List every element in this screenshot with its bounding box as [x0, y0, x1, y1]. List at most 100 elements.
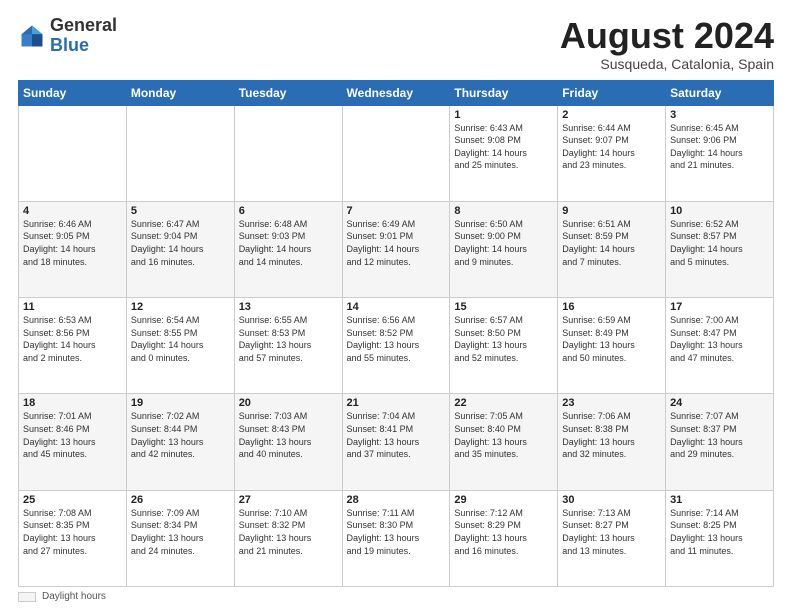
weekday-header: Monday	[126, 80, 234, 105]
day-number: 6	[239, 205, 338, 217]
day-number: 8	[454, 205, 553, 217]
day-number: 5	[131, 205, 230, 217]
calendar-cell: 6Sunrise: 6:48 AM Sunset: 9:03 PM Daylig…	[234, 201, 342, 297]
day-number: 14	[347, 301, 446, 313]
day-number: 7	[347, 205, 446, 217]
day-number: 4	[23, 205, 122, 217]
day-number: 24	[670, 397, 769, 409]
day-info: Sunrise: 7:13 AM Sunset: 8:27 PM Dayligh…	[562, 507, 661, 557]
calendar-cell: 3Sunrise: 6:45 AM Sunset: 9:06 PM Daylig…	[666, 105, 774, 201]
calendar-cell: 5Sunrise: 6:47 AM Sunset: 9:04 PM Daylig…	[126, 201, 234, 297]
calendar-cell: 27Sunrise: 7:10 AM Sunset: 8:32 PM Dayli…	[234, 490, 342, 586]
day-number: 9	[562, 205, 661, 217]
calendar-cell: 17Sunrise: 7:00 AM Sunset: 8:47 PM Dayli…	[666, 298, 774, 394]
day-number: 15	[454, 301, 553, 313]
weekday-header: Tuesday	[234, 80, 342, 105]
day-number: 28	[347, 494, 446, 506]
day-info: Sunrise: 6:54 AM Sunset: 8:55 PM Dayligh…	[131, 314, 230, 364]
day-info: Sunrise: 7:11 AM Sunset: 8:30 PM Dayligh…	[347, 507, 446, 557]
logo-general: General	[50, 15, 117, 35]
day-info: Sunrise: 6:55 AM Sunset: 8:53 PM Dayligh…	[239, 314, 338, 364]
logo-icon	[18, 22, 46, 50]
day-number: 2	[562, 109, 661, 121]
day-info: Sunrise: 6:48 AM Sunset: 9:03 PM Dayligh…	[239, 218, 338, 268]
day-info: Sunrise: 6:56 AM Sunset: 8:52 PM Dayligh…	[347, 314, 446, 364]
day-info: Sunrise: 6:47 AM Sunset: 9:04 PM Dayligh…	[131, 218, 230, 268]
calendar-cell: 19Sunrise: 7:02 AM Sunset: 8:44 PM Dayli…	[126, 394, 234, 490]
calendar-week-row: 11Sunrise: 6:53 AM Sunset: 8:56 PM Dayli…	[19, 298, 774, 394]
calendar-week-row: 4Sunrise: 6:46 AM Sunset: 9:05 PM Daylig…	[19, 201, 774, 297]
location: Susqueda, Catalonia, Spain	[560, 56, 774, 72]
day-info: Sunrise: 7:09 AM Sunset: 8:34 PM Dayligh…	[131, 507, 230, 557]
day-number: 21	[347, 397, 446, 409]
footer-label: Daylight hours	[42, 591, 106, 602]
day-info: Sunrise: 6:46 AM Sunset: 9:05 PM Dayligh…	[23, 218, 122, 268]
calendar-cell: 13Sunrise: 6:55 AM Sunset: 8:53 PM Dayli…	[234, 298, 342, 394]
logo: General Blue	[18, 16, 117, 56]
day-number: 25	[23, 494, 122, 506]
day-number: 10	[670, 205, 769, 217]
day-info: Sunrise: 7:12 AM Sunset: 8:29 PM Dayligh…	[454, 507, 553, 557]
calendar-cell: 12Sunrise: 6:54 AM Sunset: 8:55 PM Dayli…	[126, 298, 234, 394]
day-info: Sunrise: 7:05 AM Sunset: 8:40 PM Dayligh…	[454, 410, 553, 460]
logo-text: General Blue	[50, 16, 117, 56]
calendar-cell: 8Sunrise: 6:50 AM Sunset: 9:00 PM Daylig…	[450, 201, 558, 297]
daylight-swatch	[18, 592, 36, 602]
day-number: 3	[670, 109, 769, 121]
calendar-week-row: 1Sunrise: 6:43 AM Sunset: 9:08 PM Daylig…	[19, 105, 774, 201]
day-info: Sunrise: 6:44 AM Sunset: 9:07 PM Dayligh…	[562, 122, 661, 172]
weekday-header: Wednesday	[342, 80, 450, 105]
day-info: Sunrise: 6:59 AM Sunset: 8:49 PM Dayligh…	[562, 314, 661, 364]
day-info: Sunrise: 7:10 AM Sunset: 8:32 PM Dayligh…	[239, 507, 338, 557]
day-info: Sunrise: 6:51 AM Sunset: 8:59 PM Dayligh…	[562, 218, 661, 268]
day-number: 11	[23, 301, 122, 313]
day-number: 22	[454, 397, 553, 409]
calendar-cell: 10Sunrise: 6:52 AM Sunset: 8:57 PM Dayli…	[666, 201, 774, 297]
calendar-table: SundayMondayTuesdayWednesdayThursdayFrid…	[18, 80, 774, 587]
day-info: Sunrise: 7:00 AM Sunset: 8:47 PM Dayligh…	[670, 314, 769, 364]
day-number: 16	[562, 301, 661, 313]
day-number: 20	[239, 397, 338, 409]
calendar-week-row: 25Sunrise: 7:08 AM Sunset: 8:35 PM Dayli…	[19, 490, 774, 586]
calendar-cell: 26Sunrise: 7:09 AM Sunset: 8:34 PM Dayli…	[126, 490, 234, 586]
day-number: 31	[670, 494, 769, 506]
day-info: Sunrise: 7:02 AM Sunset: 8:44 PM Dayligh…	[131, 410, 230, 460]
calendar-cell: 24Sunrise: 7:07 AM Sunset: 8:37 PM Dayli…	[666, 394, 774, 490]
title-block: August 2024 Susqueda, Catalonia, Spain	[560, 16, 774, 72]
calendar-cell	[19, 105, 127, 201]
calendar-cell	[126, 105, 234, 201]
day-info: Sunrise: 7:01 AM Sunset: 8:46 PM Dayligh…	[23, 410, 122, 460]
calendar-cell: 7Sunrise: 6:49 AM Sunset: 9:01 PM Daylig…	[342, 201, 450, 297]
day-info: Sunrise: 7:07 AM Sunset: 8:37 PM Dayligh…	[670, 410, 769, 460]
calendar-cell: 22Sunrise: 7:05 AM Sunset: 8:40 PM Dayli…	[450, 394, 558, 490]
month-year: August 2024	[560, 16, 774, 56]
calendar-cell: 31Sunrise: 7:14 AM Sunset: 8:25 PM Dayli…	[666, 490, 774, 586]
calendar-cell: 21Sunrise: 7:04 AM Sunset: 8:41 PM Dayli…	[342, 394, 450, 490]
day-number: 1	[454, 109, 553, 121]
day-number: 30	[562, 494, 661, 506]
day-info: Sunrise: 7:14 AM Sunset: 8:25 PM Dayligh…	[670, 507, 769, 557]
logo-blue-text: Blue	[50, 35, 89, 55]
day-info: Sunrise: 6:57 AM Sunset: 8:50 PM Dayligh…	[454, 314, 553, 364]
day-number: 26	[131, 494, 230, 506]
day-info: Sunrise: 7:08 AM Sunset: 8:35 PM Dayligh…	[23, 507, 122, 557]
day-number: 19	[131, 397, 230, 409]
day-info: Sunrise: 6:45 AM Sunset: 9:06 PM Dayligh…	[670, 122, 769, 172]
calendar-cell: 25Sunrise: 7:08 AM Sunset: 8:35 PM Dayli…	[19, 490, 127, 586]
calendar-cell: 23Sunrise: 7:06 AM Sunset: 8:38 PM Dayli…	[558, 394, 666, 490]
day-info: Sunrise: 7:06 AM Sunset: 8:38 PM Dayligh…	[562, 410, 661, 460]
day-number: 17	[670, 301, 769, 313]
day-number: 12	[131, 301, 230, 313]
calendar-week-row: 18Sunrise: 7:01 AM Sunset: 8:46 PM Dayli…	[19, 394, 774, 490]
calendar-cell: 2Sunrise: 6:44 AM Sunset: 9:07 PM Daylig…	[558, 105, 666, 201]
calendar-cell: 14Sunrise: 6:56 AM Sunset: 8:52 PM Dayli…	[342, 298, 450, 394]
day-info: Sunrise: 7:03 AM Sunset: 8:43 PM Dayligh…	[239, 410, 338, 460]
calendar-cell: 1Sunrise: 6:43 AM Sunset: 9:08 PM Daylig…	[450, 105, 558, 201]
page: General Blue August 2024 Susqueda, Catal…	[0, 0, 792, 612]
day-info: Sunrise: 7:04 AM Sunset: 8:41 PM Dayligh…	[347, 410, 446, 460]
day-info: Sunrise: 6:49 AM Sunset: 9:01 PM Dayligh…	[347, 218, 446, 268]
day-number: 27	[239, 494, 338, 506]
day-info: Sunrise: 6:50 AM Sunset: 9:00 PM Dayligh…	[454, 218, 553, 268]
weekday-header: Sunday	[19, 80, 127, 105]
day-number: 18	[23, 397, 122, 409]
